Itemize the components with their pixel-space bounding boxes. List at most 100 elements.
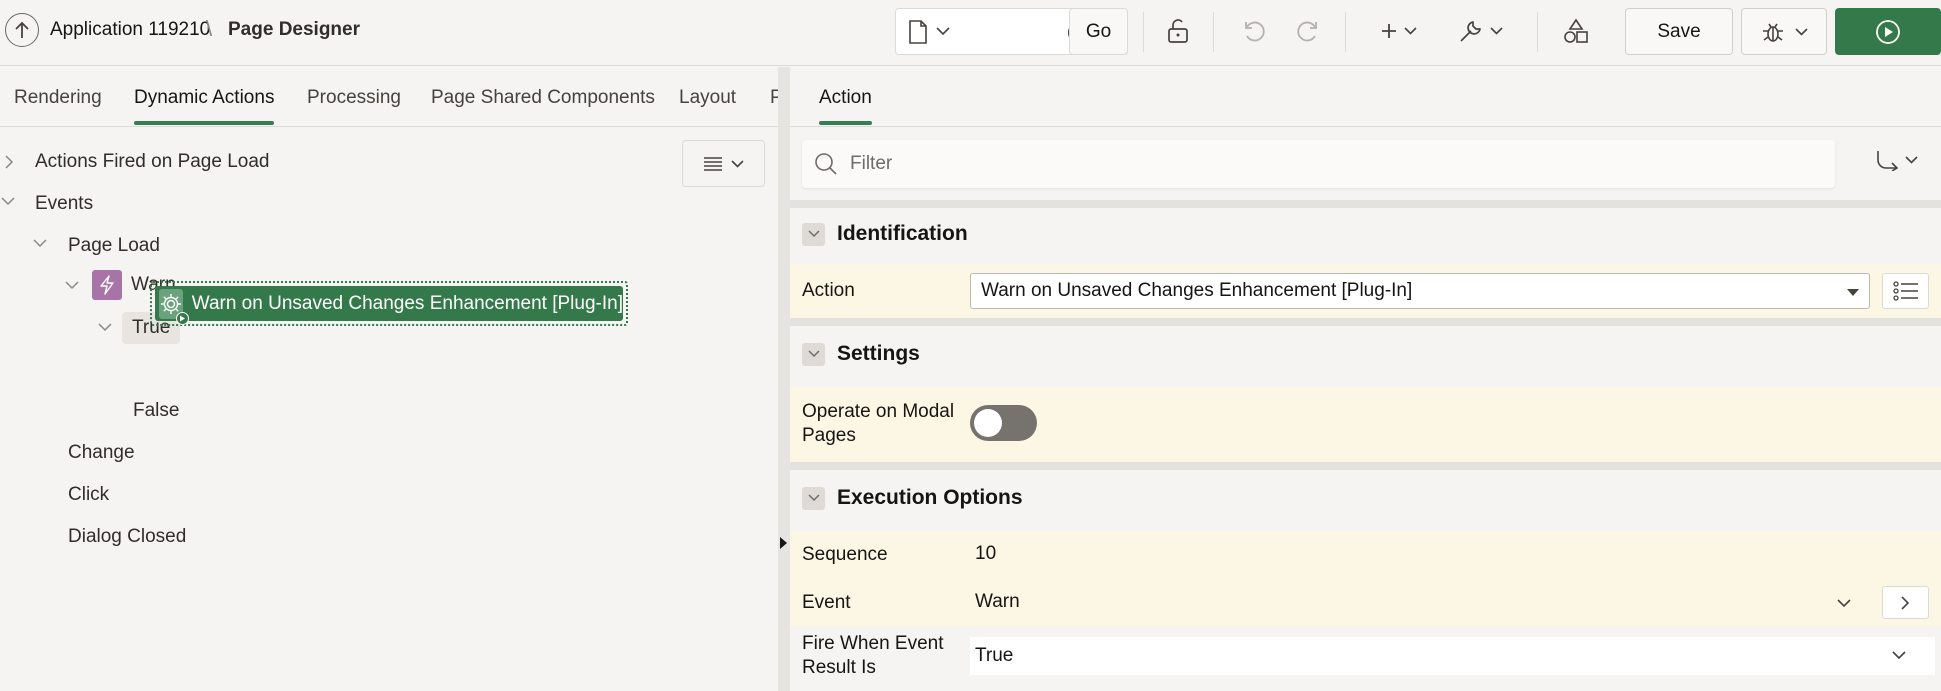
action-select[interactable]: Warn on Unsaved Changes Enhancement [Plu… <box>970 273 1870 309</box>
shared-components-icon[interactable] <box>1559 10 1593 52</box>
chevron-down-icon <box>1892 651 1906 660</box>
property-operate-on-modal-pages: Operate on Modal Pages <box>790 387 1941 462</box>
play-badge-icon <box>175 311 189 325</box>
redo-icon[interactable] <box>1291 10 1325 52</box>
toolbar-divider <box>1537 12 1538 52</box>
caret-down-icon <box>1847 289 1859 296</box>
tree-node-page-load[interactable]: Page Load <box>68 235 160 257</box>
property-label: Event <box>802 592 851 613</box>
section-execution-options[interactable]: Execution Options <box>802 486 1023 510</box>
tree-node-dialog-closed[interactable]: Dialog Closed <box>68 526 186 548</box>
tree-node-actions-fired-on-page-load[interactable]: Actions Fired on Page Load <box>35 151 270 173</box>
chevron-down-icon[interactable] <box>1 197 15 206</box>
fire-when-select[interactable]: True <box>970 637 1935 675</box>
pane-splitter[interactable] <box>778 67 790 691</box>
filter-box[interactable] <box>802 140 1835 188</box>
chevron-down-icon[interactable] <box>802 342 825 366</box>
play-icon <box>1875 19 1901 45</box>
breadcrumb-separator: \ <box>206 16 213 41</box>
chevron-down-icon[interactable] <box>98 323 112 332</box>
list-picker-button[interactable] <box>1882 273 1929 309</box>
chevron-down-icon[interactable] <box>802 486 825 510</box>
section-identification[interactable]: Identification <box>802 222 968 246</box>
tree-node-events[interactable]: Events <box>35 193 93 215</box>
section-title: Settings <box>837 342 920 365</box>
chevron-down-icon <box>1489 27 1503 35</box>
go-button[interactable]: Go <box>1069 8 1128 55</box>
operate-on-modal-toggle[interactable] <box>970 405 1037 441</box>
section-title: Identification <box>837 222 968 245</box>
go-to-event-button[interactable] <box>1882 586 1929 619</box>
property-label: Sequence <box>802 544 888 565</box>
chevron-down-icon[interactable] <box>802 222 825 246</box>
chevron-right-icon <box>1901 595 1910 610</box>
tree-node-label: Warn on Unsaved Changes Enhancement [Plu… <box>191 292 623 314</box>
property-event: Event Warn <box>790 579 1941 627</box>
chevron-down-icon <box>1403 27 1417 35</box>
tree-node-selected-action[interactable]: Warn on Unsaved Changes Enhancement [Plu… <box>150 281 628 326</box>
go-to-arrow-icon <box>1875 149 1899 171</box>
sequence-input[interactable]: 10 <box>975 543 996 565</box>
menu-lines-icon <box>703 156 723 172</box>
tab-layout[interactable]: Layout <box>679 87 736 109</box>
tree-node-click[interactable]: Click <box>68 484 109 506</box>
go-to-group-button[interactable] <box>1875 149 1918 171</box>
lightning-icon <box>92 270 122 300</box>
chevron-down-icon <box>731 159 744 168</box>
tab-overflow[interactable]: P <box>770 87 778 109</box>
tab-dynamic-actions[interactable]: Dynamic Actions <box>134 87 275 125</box>
search-icon <box>814 152 838 176</box>
toolbar-divider <box>1213 12 1214 52</box>
create-menu-button[interactable] <box>1375 10 1421 52</box>
left-tab-bar: Rendering Dynamic Actions Processing Pag… <box>0 67 778 127</box>
debug-menu-button[interactable] <box>1741 8 1827 55</box>
property-fire-when-event-result-is: Fire When Event Result Is True <box>790 627 1941 691</box>
section-divider <box>790 200 1941 208</box>
page-icon[interactable] <box>908 20 928 44</box>
select-value: Warn on Unsaved Changes Enhancement [Plu… <box>981 280 1413 301</box>
chevron-down-icon[interactable] <box>65 281 79 290</box>
tree-node-change[interactable]: Change <box>68 442 135 464</box>
list-icon <box>1892 281 1919 301</box>
up-arrow-icon[interactable] <box>5 13 39 47</box>
application-link[interactable]: Application 119210 <box>50 19 210 41</box>
property-action: Action Warn on Unsaved Changes Enhanceme… <box>790 264 1941 318</box>
property-label: Fire When Event Result Is <box>802 633 944 678</box>
run-page-button[interactable] <box>1835 8 1941 55</box>
tab-action[interactable]: Action <box>819 87 872 125</box>
plus-icon <box>1380 22 1398 40</box>
toolbar-divider <box>1345 12 1346 52</box>
chevron-down-icon[interactable] <box>1837 599 1851 608</box>
collapse-arrow-icon[interactable] <box>780 537 787 549</box>
toggle-knob <box>974 409 1002 437</box>
tree-node-false[interactable]: False <box>133 400 179 422</box>
left-pane: Rendering Dynamic Actions Processing Pag… <box>0 67 778 691</box>
chevron-down-icon <box>1794 27 1808 36</box>
wrench-icon <box>1458 18 1484 44</box>
event-select[interactable]: Warn <box>975 591 1020 613</box>
undo-icon[interactable] <box>1237 10 1271 52</box>
chevron-down-icon[interactable] <box>936 27 950 36</box>
tab-page-shared-components[interactable]: Page Shared Components <box>431 87 655 109</box>
property-label: Action <box>802 280 855 301</box>
utilities-menu-button[interactable] <box>1455 10 1505 52</box>
chevron-down-icon[interactable] <box>33 239 47 248</box>
chevron-down-icon <box>1905 156 1918 164</box>
section-divider <box>790 462 1941 470</box>
tree-menu-button[interactable] <box>682 140 765 187</box>
tab-processing[interactable]: Processing <box>307 87 401 109</box>
filter-input[interactable] <box>850 153 1750 175</box>
section-title: Execution Options <box>837 486 1023 509</box>
save-button[interactable]: Save <box>1625 8 1733 55</box>
section-divider <box>790 318 1941 326</box>
tab-rendering[interactable]: Rendering <box>14 87 102 109</box>
lock-icon[interactable] <box>1160 10 1196 52</box>
property-sequence: Sequence 10 <box>790 531 1941 579</box>
toolbar: Application 119210 \ Page Designer 0 Go … <box>0 0 1941 66</box>
chevron-right-icon[interactable] <box>5 155 14 169</box>
section-settings[interactable]: Settings <box>802 342 920 366</box>
toolbar-divider <box>1143 12 1144 52</box>
select-value: True <box>975 645 1014 666</box>
page-title: Page Designer <box>228 19 360 40</box>
property-label: Operate on Modal Pages <box>802 401 955 446</box>
